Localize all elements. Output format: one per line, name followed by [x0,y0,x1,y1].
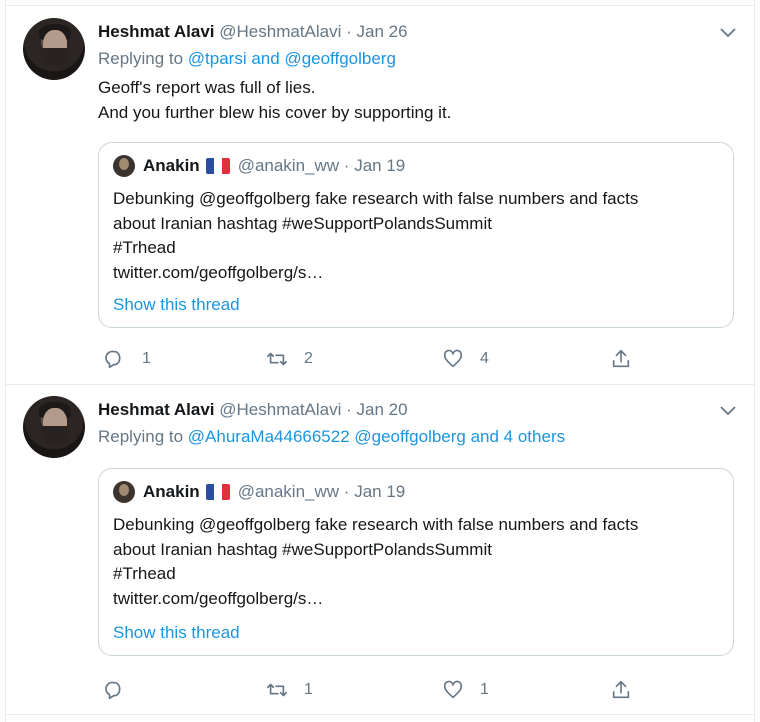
share-icon [612,680,630,699]
author-handle[interactable]: @HeshmatAlavi [219,22,341,41]
replying-to: Replying to @tparsi and @geoffgolberg [98,49,396,69]
tweet-text-line: Geoff's report was full of lies. [98,78,316,97]
quoted-tweet[interactable]: Anakin @anakin_ww · Jan 19 Debunking @ge… [98,142,734,328]
quoted-text: Debunking @geoffgolberg fake research wi… [113,513,723,611]
reply-icon [105,350,121,369]
reply-button[interactable]: 1 [104,348,151,370]
tweet-header: Heshmat Alavi @HeshmatAlavi · Jan 26 [98,22,408,42]
quoted-text: Debunking @geoffgolberg fake research wi… [113,187,723,285]
author-handle[interactable]: @HeshmatAlavi [219,400,341,419]
quoted-author-handle: @anakin_ww [237,482,340,501]
heart-icon [443,349,463,368]
share-icon [612,349,630,368]
quoted-tweet-header: Anakin @anakin_ww · Jan 19 [113,155,405,177]
like-count: 4 [480,350,489,367]
quoted-author-name: Anakin [143,156,200,175]
author-name[interactable]: Heshmat Alavi [98,400,215,419]
tweet[interactable]: Heshmat Alavi @HeshmatAlavi · Jan 20 Rep… [6,384,754,715]
tweet-text: Geoff's report was full of lies. And you… [98,75,451,125]
retweet-button[interactable]: 2 [266,348,313,370]
like-count: 1 [480,681,489,698]
share-button[interactable] [610,348,632,370]
quoted-tweet[interactable]: Anakin @anakin_ww · Jan 19 Debunking @ge… [98,468,734,656]
quoted-tweet-header: Anakin @anakin_ww · Jan 19 [113,481,405,503]
quoted-avatar [113,155,135,177]
retweet-button[interactable]: 1 [266,679,313,701]
tweet-text-line: And you further blew his cover by suppor… [98,103,452,122]
timeline: Heshmat Alavi @HeshmatAlavi · Jan 26 Rep… [5,0,755,722]
quoted-date: Jan 19 [354,482,406,501]
like-button[interactable]: 4 [442,348,489,370]
tweet[interactable]: Heshmat Alavi @HeshmatAlavi · Jan 26 Rep… [6,5,754,385]
avatar[interactable] [23,18,85,80]
quoted-text-line: twitter.com/geoffgolberg/s… [113,588,324,608]
show-thread-link[interactable]: Show this thread [113,623,240,643]
replying-prefix: Replying to [98,49,184,68]
separator: · [346,400,352,419]
like-button[interactable]: 1 [442,679,489,701]
tweet-header: Heshmat Alavi @HeshmatAlavi · Jan 20 [98,400,408,420]
france-flag-icon [205,158,230,174]
avatar-beard [41,48,69,66]
replying-to: Replying to @AhuraMa44666522 @geoffgolbe… [98,427,565,447]
share-button[interactable] [610,679,632,701]
reply-icon [105,681,121,700]
chevron-down-icon[interactable] [720,26,736,40]
reply-count: 1 [142,350,151,367]
quoted-author-handle: @anakin_ww [237,156,340,175]
quoted-text-line: about Iranian hashtag #weSupportPolandsS… [113,539,492,559]
quoted-date: Jan 19 [354,156,406,175]
quoted-author-name: Anakin [143,482,200,501]
quoted-text-line: twitter.com/geoffgolberg/s… [113,262,324,282]
quoted-text-line: Debunking @geoffgolberg fake research wi… [113,189,639,208]
tweet-actions: 1 1 [98,679,638,703]
separator: · [343,482,350,501]
replying-prefix: Replying to [98,427,184,446]
separator: · [343,156,350,175]
retweet-count: 2 [304,350,313,367]
avatar[interactable] [23,396,85,458]
tweet-date[interactable]: Jan 20 [357,400,408,419]
quoted-text-line: #Trhead [113,238,176,257]
chevron-down-icon[interactable] [720,404,736,418]
reply-button[interactable] [104,679,142,701]
replying-to-link[interactable]: @tparsi and @geoffgolberg [188,49,396,68]
france-flag-icon [205,484,230,500]
quoted-text-line: Debunking @geoffgolberg fake research wi… [113,515,639,534]
replying-to-link[interactable]: @AhuraMa44666522 @geoffgolberg and 4 oth… [188,427,565,446]
show-thread-link[interactable]: Show this thread [113,295,240,315]
author-name[interactable]: Heshmat Alavi [98,22,215,41]
avatar-beard [41,426,69,444]
separator: · [346,22,352,41]
heart-icon [443,680,463,699]
tweet-actions: 1 2 4 [98,348,638,372]
retweet-icon [267,352,287,366]
quoted-avatar [113,481,135,503]
retweet-count: 1 [304,681,313,698]
tweet-date[interactable]: Jan 26 [357,22,408,41]
quoted-text-line: about Iranian hashtag #weSupportPolandsS… [113,213,492,233]
quoted-text-line: #Trhead [113,564,176,583]
retweet-icon [267,683,287,697]
